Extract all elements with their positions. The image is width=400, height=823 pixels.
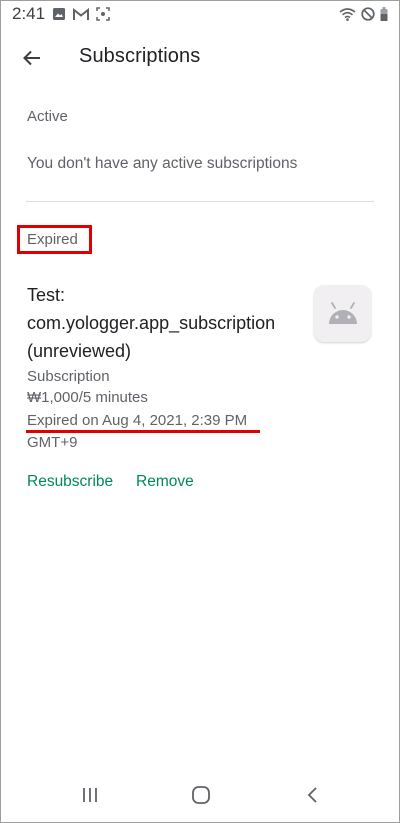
page-title: Subscriptions bbox=[79, 45, 201, 67]
image-icon bbox=[52, 7, 66, 21]
arrow-left-icon bbox=[23, 50, 40, 66]
subscription-name-line-2: com.yologger.app_subscription bbox=[27, 313, 276, 333]
wifi-icon bbox=[339, 7, 356, 21]
recents-button[interactable] bbox=[70, 780, 110, 810]
empty-subscriptions-message: You don't have any active subscriptions bbox=[27, 155, 298, 172]
subscription-name-line-1: Test: bbox=[27, 285, 66, 305]
home-icon bbox=[192, 786, 210, 804]
back-button[interactable] bbox=[12, 38, 52, 78]
recents-icon bbox=[83, 788, 97, 802]
remove-button[interactable]: Remove bbox=[136, 473, 194, 491]
subscription-name-line-3: (unreviewed) bbox=[27, 341, 132, 361]
screenshot-icon bbox=[96, 7, 110, 21]
expired-section-label: Expired bbox=[27, 231, 78, 248]
android-icon bbox=[328, 301, 357, 324]
battery-icon bbox=[380, 7, 388, 21]
do-not-disturb-icon bbox=[361, 7, 375, 21]
gmail-icon bbox=[73, 7, 90, 21]
navigation-bar bbox=[0, 770, 400, 820]
nav-back-button[interactable] bbox=[293, 780, 333, 810]
app-bar: Subscriptions bbox=[0, 30, 400, 86]
status-time: 2:41 bbox=[12, 4, 46, 23]
app-icon bbox=[314, 285, 371, 342]
subscription-price: ₩1,000/5 minutes bbox=[27, 389, 148, 406]
section-divider bbox=[26, 201, 374, 202]
active-section-label: Active bbox=[27, 108, 68, 125]
subscription-name: Test: com.yologger.app_subscription (unr… bbox=[27, 281, 297, 365]
subscription-expired-date: Expired on Aug 4, 2021, 2:39 PM bbox=[27, 412, 248, 429]
subscription-timezone: GMT+9 bbox=[27, 434, 78, 451]
expired-date-underline bbox=[26, 430, 260, 433]
back-icon bbox=[307, 787, 317, 803]
subscription-type: Subscription bbox=[27, 368, 110, 385]
status-bar: 2:41 bbox=[0, 0, 400, 28]
home-button[interactable] bbox=[181, 780, 221, 810]
resubscribe-button[interactable]: Resubscribe bbox=[27, 473, 113, 491]
